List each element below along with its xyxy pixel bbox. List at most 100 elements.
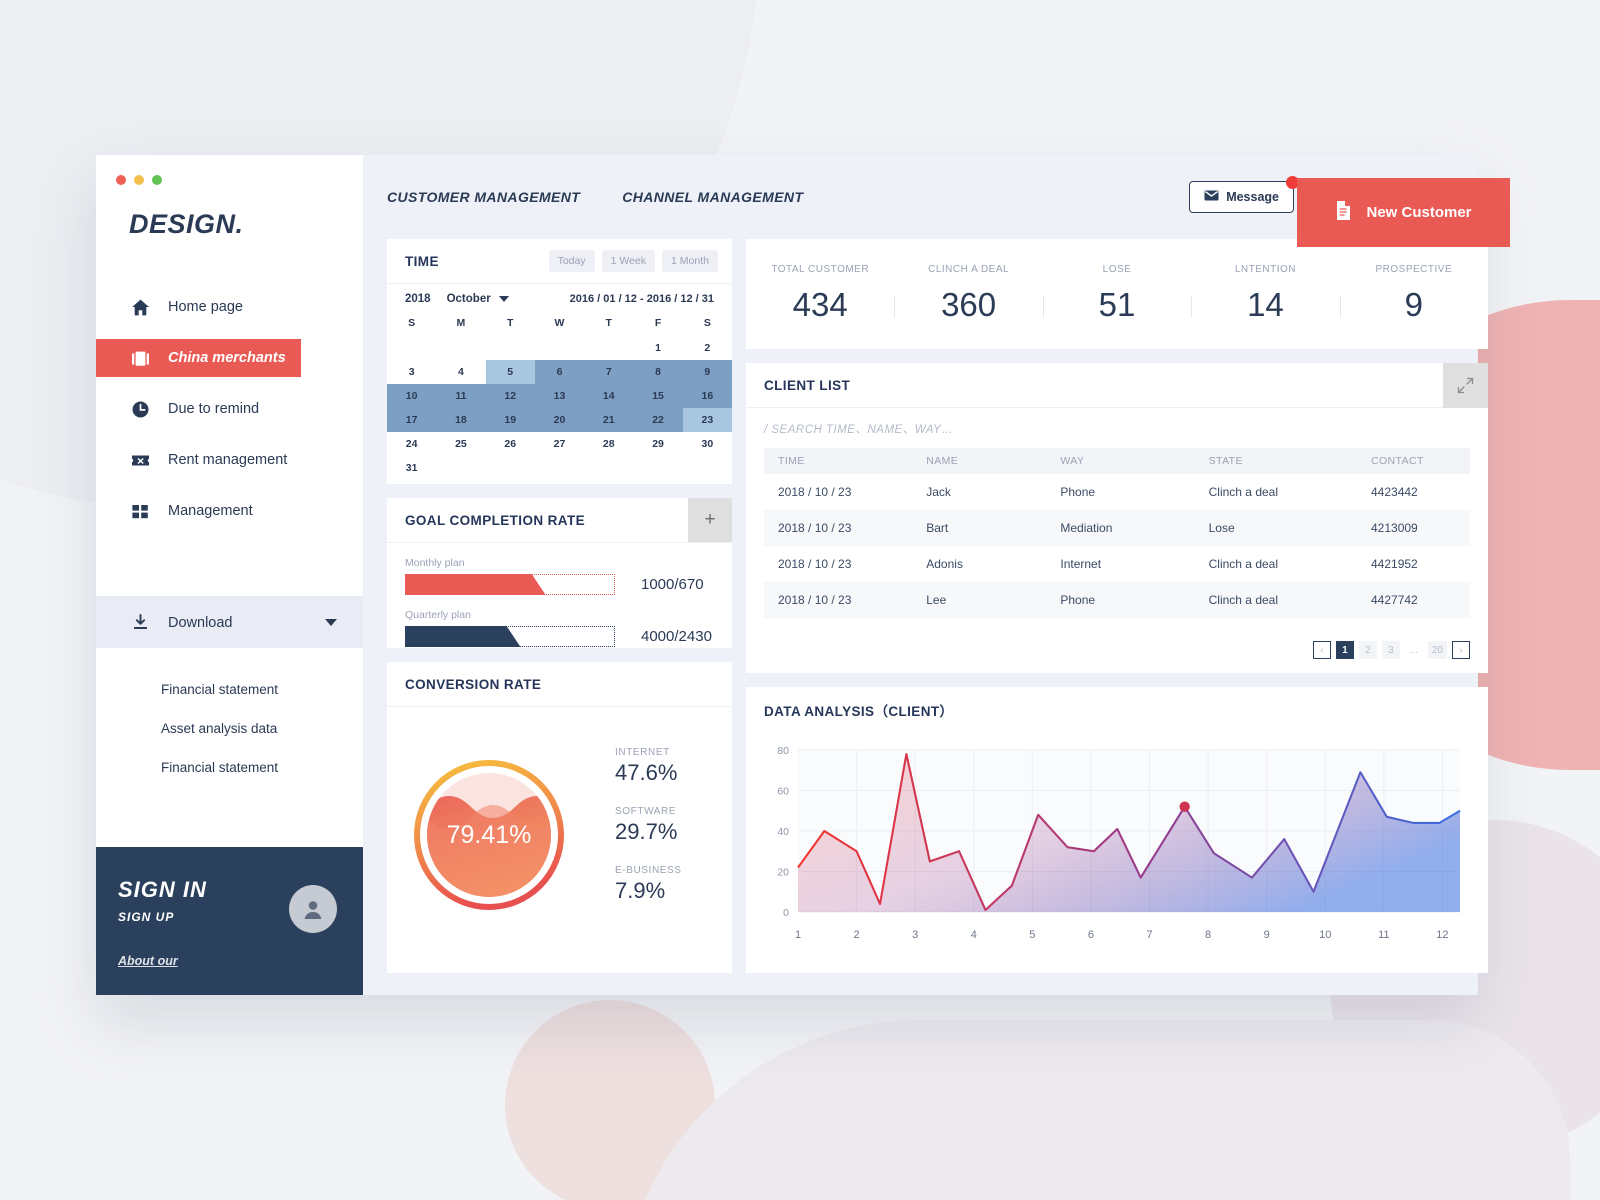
stat-label: LNTENTION bbox=[1234, 264, 1296, 275]
stat-label: PROSPECTIVE bbox=[1375, 264, 1453, 275]
calendar-day[interactable]: 16 bbox=[682, 384, 732, 408]
calendar-day[interactable]: 18 bbox=[436, 408, 486, 432]
calendar-day bbox=[486, 456, 535, 480]
client-list-title: CLIENT LIST bbox=[764, 377, 851, 393]
time-card: TIME Today 1 Week 1 Month 2018 October 201… bbox=[387, 239, 732, 484]
table-cell: Bart bbox=[912, 510, 1047, 546]
sidebar-item-management[interactable]: Management bbox=[96, 492, 363, 530]
calendar-day[interactable]: 31 bbox=[387, 456, 436, 480]
calendar-day[interactable]: 6 bbox=[534, 360, 585, 384]
calendar-day[interactable]: 20 bbox=[534, 408, 585, 432]
calendar-day[interactable]: 19 bbox=[485, 408, 535, 432]
calendar-day[interactable]: 8 bbox=[633, 360, 683, 384]
calendar-day[interactable]: 25 bbox=[436, 432, 485, 456]
calendar-day[interactable]: 30 bbox=[683, 432, 732, 456]
tab-channel-management[interactable]: CHANNEL MANAGEMENT bbox=[622, 189, 803, 205]
client-search-row[interactable]: / SEARCH TIME、NAME、WAY… bbox=[746, 408, 1488, 448]
calendar-day[interactable]: 7 bbox=[584, 360, 634, 384]
goal-bar-fill bbox=[405, 574, 546, 595]
chevron-down-icon[interactable] bbox=[498, 296, 509, 302]
calendar-day[interactable]: 17 bbox=[387, 408, 437, 432]
conversion-item: E-BUSINESS 7.9% bbox=[615, 865, 682, 904]
download-item[interactable]: Financial statement bbox=[96, 670, 363, 709]
calendar-day[interactable]: 2 bbox=[683, 336, 732, 360]
tab-customer-management[interactable]: CUSTOMER MANAGEMENT bbox=[380, 189, 580, 206]
stat-value: 51 bbox=[1098, 286, 1136, 323]
calendar-day[interactable]: 13 bbox=[534, 384, 585, 408]
column-header-name[interactable]: NAME bbox=[912, 448, 1047, 474]
column-header-contact[interactable]: CONTACT bbox=[1357, 448, 1470, 474]
calendar-day[interactable]: 27 bbox=[535, 432, 584, 456]
calendar-week-row: 17 18 19 20 21 22 23 bbox=[387, 408, 732, 432]
pagination-page-last[interactable]: 20 bbox=[1427, 641, 1447, 659]
calendar-day[interactable]: 10 bbox=[387, 384, 437, 408]
svg-text:9: 9 bbox=[1264, 929, 1270, 941]
table-row[interactable]: 2018 / 10 / 23 Jack Phone Clinch a deal 4423… bbox=[764, 474, 1470, 510]
calendar-day[interactable]: 5 bbox=[485, 360, 535, 384]
close-dot-icon[interactable] bbox=[116, 175, 126, 185]
sidebar-item-rent-management[interactable]: Rent management bbox=[96, 441, 363, 479]
table-row[interactable]: 2018 / 10 / 23 Adonis Internet Clinch a dea… bbox=[764, 546, 1470, 582]
left-column: TIME Today 1 Week 1 Month 2018 October 201… bbox=[387, 239, 732, 973]
about-link[interactable]: About our bbox=[118, 954, 330, 968]
pagination-page-3[interactable]: 3 bbox=[1381, 641, 1400, 659]
calendar-day[interactable]: 1 bbox=[633, 336, 682, 360]
calendar-day[interactable]: 12 bbox=[485, 384, 535, 408]
calendar-day[interactable]: 11 bbox=[436, 384, 486, 408]
pagination-next[interactable]: › bbox=[1452, 641, 1470, 659]
calendar-day[interactable]: 28 bbox=[584, 432, 633, 456]
time-chip-1-week[interactable]: 1 Week bbox=[601, 250, 656, 272]
avatar[interactable] bbox=[289, 885, 337, 933]
calendar-day[interactable]: 4 bbox=[436, 360, 485, 384]
calendar-month[interactable]: October bbox=[447, 293, 491, 305]
conversion-item-value: 7.9% bbox=[615, 877, 666, 903]
message-button[interactable]: Message bbox=[1189, 176, 1299, 213]
pagination-prev[interactable]: ‹ bbox=[1312, 641, 1331, 659]
table-cell: 2018 / 10 / 23 bbox=[764, 582, 913, 618]
column-header-time[interactable]: TIME bbox=[764, 448, 913, 474]
new-customer-button[interactable]: New Customer bbox=[1297, 178, 1510, 247]
minimize-dot-icon[interactable] bbox=[134, 175, 144, 185]
bg-blob-bottom-wide bbox=[620, 1020, 1570, 1200]
sidebar-item-download[interactable]: Download bbox=[96, 596, 363, 648]
table-row[interactable]: 2018 / 10 / 23 Lee Phone Clinch a deal 44277… bbox=[764, 582, 1470, 618]
pagination-page-2[interactable]: 2 bbox=[1358, 641, 1377, 659]
calendar-day[interactable]: 24 bbox=[387, 432, 436, 456]
expand-arrows-icon[interactable] bbox=[1443, 363, 1488, 408]
calendar-day[interactable]: 14 bbox=[584, 384, 634, 408]
download-item[interactable]: Asset analysis data bbox=[96, 709, 363, 748]
calendar-week-row: 10 11 12 13 14 15 16 bbox=[387, 384, 732, 408]
calendar-day[interactable]: 22 bbox=[633, 408, 683, 432]
download-icon bbox=[129, 613, 151, 633]
envelope-icon bbox=[1204, 190, 1219, 204]
calendar-day[interactable]: 23 bbox=[682, 408, 732, 432]
goal-bar-label: Monthly plan bbox=[405, 557, 465, 569]
calendar-day[interactable]: 29 bbox=[633, 432, 682, 456]
pagination-page-1[interactable]: 1 bbox=[1335, 641, 1354, 659]
chart-plot-area: 0 20 40 60 80 1 2 3 4 5 6 7 8 9 10 11 12 bbox=[746, 732, 1488, 962]
svg-text:6: 6 bbox=[1088, 929, 1094, 941]
calendar-day[interactable]: 9 bbox=[682, 360, 732, 384]
add-goal-button[interactable]: + bbox=[688, 498, 732, 542]
pagination: ‹ 1 2 3... 20 › bbox=[1312, 641, 1470, 659]
svg-text:7: 7 bbox=[1146, 929, 1152, 941]
sidebar-item-label: Due to remind bbox=[168, 401, 260, 417]
calendar-day[interactable]: 15 bbox=[633, 384, 683, 408]
table-row[interactable]: 2018 / 10 / 23 Bart Mediation Lose 4213009 bbox=[764, 510, 1470, 546]
sidebar-item-home-page[interactable]: Home page bbox=[96, 288, 363, 326]
calendar-day[interactable]: 26 bbox=[486, 432, 535, 456]
calendar-range: 2016 / 01 / 12 - 2016 / 12 / 31 bbox=[570, 293, 714, 305]
time-chip-1-month[interactable]: 1 Month bbox=[662, 250, 718, 272]
table-cell: 2018 / 10 / 23 bbox=[778, 557, 852, 571]
maximize-dot-icon[interactable] bbox=[152, 175, 162, 185]
calendar-day[interactable]: 3 bbox=[387, 360, 436, 384]
column-header-state[interactable]: STATE bbox=[1194, 448, 1357, 474]
column-header-way[interactable]: WAY bbox=[1046, 448, 1195, 474]
calendar-week-row: 24 25 26 27 28 29 30 bbox=[387, 432, 732, 456]
time-chip-today[interactable]: Today bbox=[548, 250, 595, 272]
download-item[interactable]: Financial statement bbox=[96, 748, 363, 787]
goal-bar-group: Monthly plan 1000/670 bbox=[405, 557, 714, 595]
calendar-day[interactable]: 21 bbox=[584, 408, 634, 432]
sidebar-item-due-to-remind[interactable]: Due to remind bbox=[96, 390, 363, 428]
sidebar-item-china-merchants[interactable]: China merchants bbox=[96, 339, 301, 377]
